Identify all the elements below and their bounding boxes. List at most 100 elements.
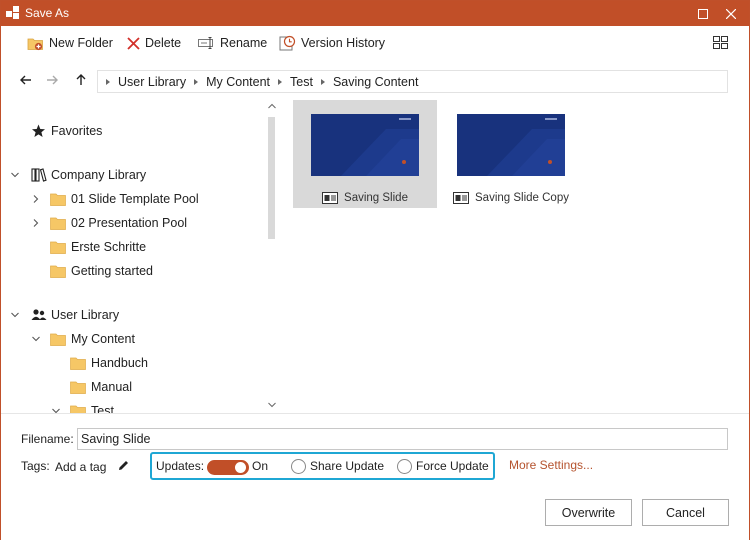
folder-icon [50, 217, 66, 230]
up-arrow-icon[interactable] [74, 73, 88, 87]
filename-label: Filename: [21, 432, 74, 446]
tree-label-user-library: User Library [51, 308, 120, 322]
tree-label: 02 Presentation Pool [71, 216, 188, 230]
tree-item-company-library[interactable]: Company Library [31, 165, 146, 185]
force-update-radio[interactable] [397, 459, 412, 474]
breadcrumb-saving-content[interactable]: Saving Content [333, 75, 418, 89]
back-arrow-icon[interactable] [19, 73, 33, 87]
file-name: Saving Slide Copy [475, 192, 569, 204]
forward-arrow-icon[interactable] [45, 73, 59, 87]
toggle-knob [235, 462, 246, 473]
tree-item-my-content[interactable]: My Content [50, 329, 135, 349]
tree-label: Manual [91, 380, 132, 394]
tree-label: 01 Slide Template Pool [71, 192, 199, 206]
file-label: Saving Slide [293, 192, 437, 204]
tree-item-company-2[interactable]: Erste Schritte [50, 237, 146, 257]
folder-icon [50, 265, 66, 278]
tree-label-my-content: My Content [71, 332, 135, 346]
cancel-button[interactable]: Cancel [642, 499, 729, 526]
file-label: Saving Slide Copy [439, 192, 583, 204]
overwrite-button[interactable]: Overwrite [545, 499, 632, 526]
share-update-label[interactable]: Share Update [310, 459, 384, 473]
more-settings-link[interactable]: More Settings... [509, 458, 593, 472]
tree-label-company-library: Company Library [51, 168, 147, 182]
scroll-up-icon[interactable] [267, 102, 277, 110]
add-tag-link[interactable]: Add a tag [55, 460, 106, 474]
filename-input[interactable] [77, 428, 728, 450]
breadcrumb-my-content[interactable]: My Content [206, 75, 270, 89]
file-name: Saving Slide [344, 192, 408, 204]
folder-icon [70, 357, 86, 370]
folder-tree: Favorites Company Library 01 Slide Templ… [1, 99, 281, 413]
folder-icon [50, 193, 66, 206]
library-icon [31, 168, 47, 182]
window-title: Save As [25, 6, 70, 20]
tree-item-company-1[interactable]: 02 Presentation Pool [50, 213, 187, 233]
folder-icon [50, 241, 66, 254]
rename-button[interactable]: Rename [198, 34, 267, 52]
close-button[interactable] [719, 1, 743, 26]
tree-label-favorites: Favorites [51, 124, 103, 138]
breadcrumb: User Library My Content Test Saving Cont… [97, 70, 728, 93]
toggle-state-label: On [252, 459, 269, 473]
slide-thumbnail: empower [311, 114, 419, 176]
tags-label: Tags: [21, 459, 50, 473]
tree-item-user-library[interactable]: User Library [31, 305, 119, 325]
version-history-button[interactable]: Version History [279, 34, 385, 52]
content-panel: empower Saving Slide empower Savi [281, 99, 749, 413]
chevron-right-icon [194, 78, 199, 85]
tree-item-my-content-0[interactable]: Handbuch [70, 353, 148, 373]
breadcrumb-test[interactable]: Test [290, 75, 313, 89]
dialog-footer: Filename: Tags: Add a tag Updates: On Sh… [1, 413, 749, 540]
new-folder-button[interactable]: New Folder [27, 34, 113, 52]
tree-scrollbar[interactable] [265, 99, 279, 413]
folder-icon [70, 381, 86, 394]
chevron-right-icon [278, 78, 282, 85]
app-logo-icon [6, 6, 19, 19]
force-update-label[interactable]: Force Update [416, 459, 489, 473]
chevron-right-icon[interactable] [31, 218, 41, 228]
users-icon [31, 309, 47, 320]
scroll-down-icon[interactable] [267, 401, 277, 409]
slide-thumbnail: empower [457, 114, 565, 176]
tree-item-company-3[interactable]: Getting started [50, 261, 153, 281]
delete-button[interactable]: Delete [127, 34, 181, 52]
chevron-down-icon[interactable] [10, 170, 20, 180]
tree-item-company-0[interactable]: 01 Slide Template Pool [50, 189, 199, 209]
view-toggle-button[interactable] [713, 36, 728, 52]
tree-item-my-content-1[interactable]: Manual [70, 377, 132, 397]
folder-icon [70, 405, 86, 413]
tree-label: Erste Schritte [71, 240, 147, 254]
updates-toggle[interactable] [207, 460, 249, 475]
file-tile[interactable]: empower Saving Slide Copy [439, 100, 583, 208]
rename-icon [198, 37, 213, 49]
delete-icon [127, 36, 140, 50]
tree-label: Handbuch [91, 356, 148, 370]
tree-item-favorites[interactable]: Favorites [31, 121, 102, 141]
scrollbar-thumb[interactable] [268, 117, 275, 239]
grid-view-icon [713, 36, 728, 49]
chevron-right-icon [106, 78, 110, 85]
chevron-down-icon[interactable] [51, 406, 61, 413]
version-history-label: Version History [301, 36, 386, 50]
close-icon [726, 8, 736, 19]
chevron-down-icon[interactable] [31, 334, 41, 344]
save-as-dialog: Save As New Folder Delete Rename Version… [0, 0, 750, 540]
pencil-icon[interactable] [117, 459, 130, 472]
share-update-radio[interactable] [291, 459, 306, 474]
toolbar: New Folder Delete Rename Version History [1, 26, 749, 59]
chevron-right-icon[interactable] [31, 194, 41, 204]
maximize-button[interactable] [691, 1, 715, 26]
delete-label: Delete [145, 36, 182, 50]
star-icon [32, 124, 45, 137]
tree-label: Test [91, 404, 114, 413]
tree-label: Getting started [71, 264, 153, 278]
tree-item-my-content-2[interactable]: Test [70, 401, 114, 413]
chevron-down-icon[interactable] [10, 310, 20, 320]
updates-panel: Updates: On Share Update Force Update [150, 452, 495, 480]
navigation-bar: User Library My Content Test Saving Cont… [1, 59, 749, 99]
breadcrumb-user-library[interactable]: User Library [118, 75, 186, 89]
slide-icon [322, 192, 339, 204]
file-tile[interactable]: empower Saving Slide [293, 100, 437, 208]
folder-icon [50, 333, 66, 346]
